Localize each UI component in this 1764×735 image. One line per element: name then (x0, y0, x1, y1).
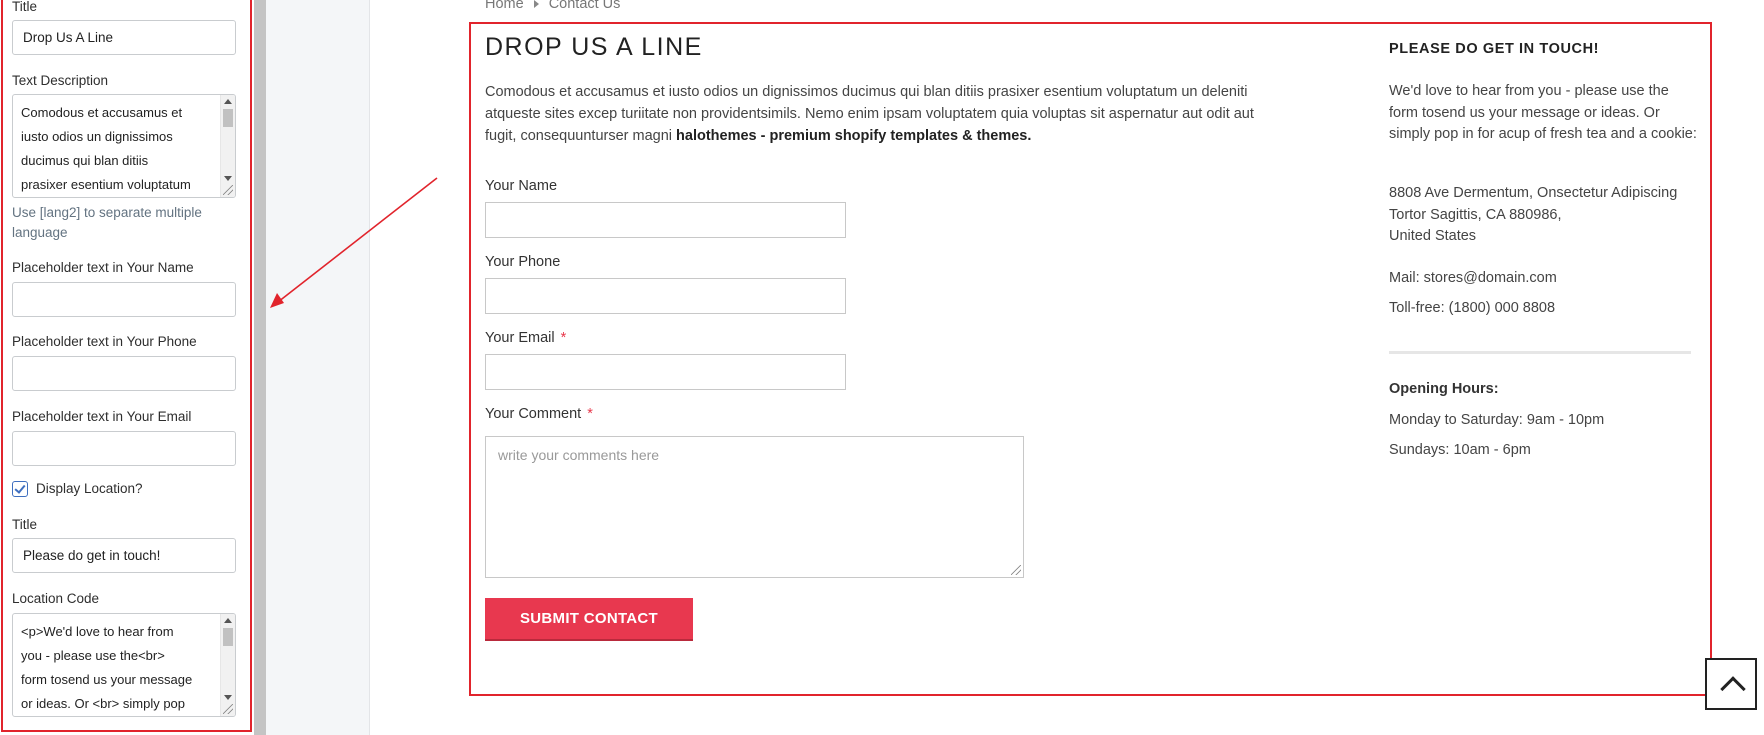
placeholder-phone-input[interactable] (12, 356, 236, 391)
divider (1389, 351, 1691, 354)
intro-bold-link[interactable]: halothemes - premium shopify templates &… (676, 128, 1031, 144)
title-label: Title (12, 0, 38, 14)
your-comment-textarea[interactable]: write your comments here (485, 436, 1024, 578)
your-name-input[interactable] (485, 202, 846, 238)
contact-info-intro: We'd love to hear from you - please use … (1389, 83, 1697, 142)
caret-right-icon (533, 0, 539, 8)
placeholder-phone-label: Placeholder text in Your Phone (12, 334, 197, 349)
text-description-textarea[interactable]: Comodous et accusamus et iusto odios un … (12, 94, 236, 198)
title-input[interactable] (12, 20, 236, 55)
scroll-up-icon[interactable] (224, 99, 232, 104)
your-comment-label: Your Comment * (485, 406, 593, 422)
location-code-label: Location Code (12, 591, 100, 606)
contact-info-title: Please do get in touch! (1389, 41, 1600, 57)
hours-sunday: Sundays: 10am - 6pm (1389, 442, 1531, 458)
preview-gutter (266, 0, 370, 735)
settings-panel: Title Text Description Comodous et accus… (0, 0, 254, 735)
required-mark: * (560, 330, 567, 346)
scroll-up-icon[interactable] (224, 618, 232, 623)
your-email-input[interactable] (485, 354, 846, 390)
your-name-label: Your Name (485, 178, 558, 194)
resize-grip-icon[interactable] (1011, 565, 1021, 575)
your-email-label: Your Email * (485, 330, 567, 346)
location-code-textarea[interactable]: <p>We'd love to hear from you - please u… (12, 613, 236, 717)
placeholder-name-label: Placeholder text in Your Name (12, 260, 194, 275)
intro-text: Comodous et accusamus et iusto odios un … (485, 81, 1275, 147)
hours-weekdays: Monday to Saturday: 9am - 10pm (1389, 412, 1605, 428)
textarea-scrollbar[interactable] (220, 95, 235, 197)
location-code-value: <p>We'd love to hear from you - please u… (21, 624, 193, 711)
location-title-label: Title (12, 517, 38, 532)
text-description-label: Text Description (12, 73, 109, 88)
placeholder-name-input[interactable] (12, 282, 236, 317)
annotation-arrow (270, 177, 438, 308)
your-phone-input[interactable] (485, 278, 846, 314)
contact-address: 8808 Ave Dermentum, Onsectetur Adipiscin… (1389, 185, 1678, 244)
contact-tollfree[interactable]: Toll-free: (1800) 000 8808 (1389, 298, 1699, 320)
your-phone-label: Your Phone (485, 254, 561, 270)
comment-placeholder: write your comments here (498, 447, 660, 463)
text-description-value: Comodous et accusamus et iusto odios un … (21, 105, 191, 192)
placeholder-email-label: Placeholder text in Your Email (12, 409, 192, 424)
panel-divider-scrollbar[interactable] (254, 0, 266, 735)
contact-mail[interactable]: Mail: stores@domain.com (1389, 268, 1699, 290)
breadcrumb-current: Contact Us (548, 0, 621, 12)
scroll-thumb[interactable] (223, 628, 233, 646)
scroll-down-icon[interactable] (224, 695, 232, 700)
breadcrumb: Home Contact Us (485, 0, 620, 12)
breadcrumb-home-link[interactable]: Home (485, 0, 524, 12)
display-location-label[interactable]: Display Location? (36, 481, 143, 496)
display-location-checkbox[interactable] (12, 481, 28, 497)
placeholder-email-input[interactable] (12, 431, 236, 466)
location-title-input[interactable] (12, 538, 236, 573)
back-to-top-button[interactable] (1705, 658, 1757, 710)
scroll-thumb[interactable] (223, 109, 233, 127)
opening-hours-title: Opening Hours: (1389, 381, 1499, 397)
scroll-down-icon[interactable] (224, 176, 232, 181)
resize-grip-icon[interactable] (223, 704, 233, 714)
textarea-scrollbar[interactable] (220, 614, 235, 716)
lang-hint: Use [lang2] to separate multiple languag… (12, 205, 202, 240)
page-title: Drop Us A Line (485, 33, 703, 61)
submit-contact-button[interactable]: Submit Contact (485, 598, 693, 639)
required-mark: * (587, 406, 593, 422)
resize-grip-icon[interactable] (223, 185, 233, 195)
